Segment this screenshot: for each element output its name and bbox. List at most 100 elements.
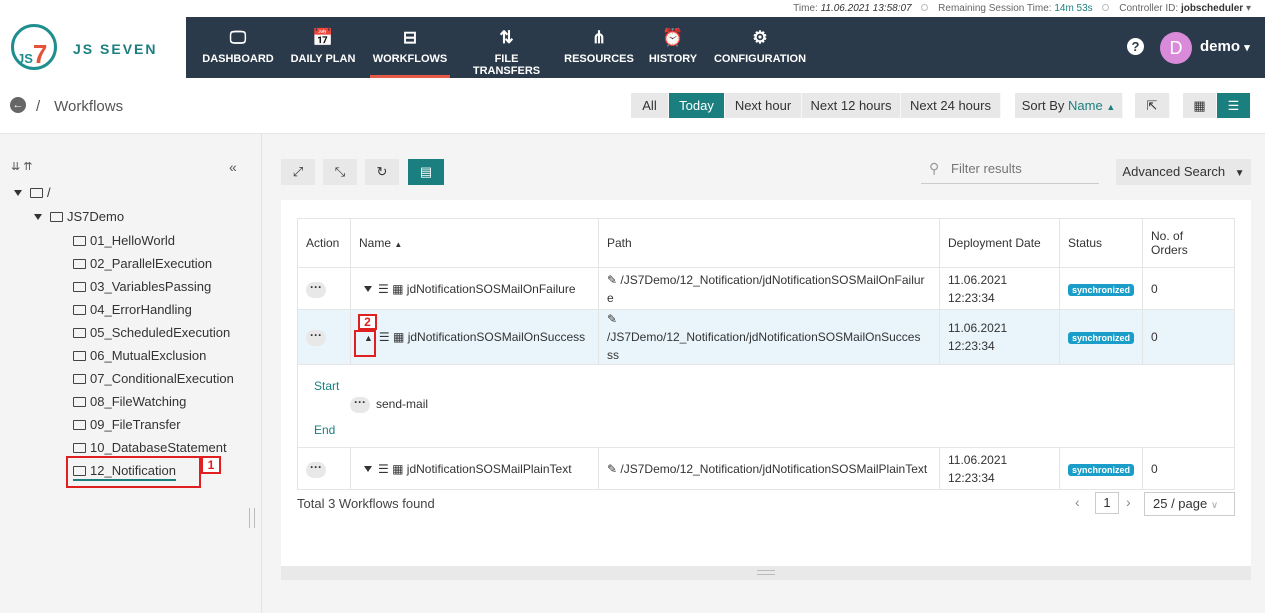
sort-value: Name	[1068, 98, 1103, 113]
table-row[interactable]: ··· ☰ ▦ jdNotificationSOSMailOnFailure ✎…	[297, 267, 1235, 310]
page-size-select[interactable]: 25 / page ∨	[1144, 492, 1235, 516]
expand-caret-icon[interactable]	[364, 465, 372, 472]
list-icon[interactable]: ☰	[378, 282, 389, 296]
sort-dropdown[interactable]: Sort By Name ▲	[1015, 93, 1123, 118]
workflow-path: /JS7Demo/12_Notification/jdNotificationS…	[620, 461, 928, 476]
tree-item[interactable]: 03_VariablesPassing	[73, 279, 211, 294]
next-page-icon[interactable]: ›	[1126, 494, 1131, 510]
sort-label: Sort By	[1021, 98, 1065, 113]
collapse-sidebar-icon[interactable]: «	[229, 159, 237, 175]
export-icon[interactable]: ⇱	[1135, 93, 1170, 118]
filter-next-24-hours[interactable]: Next 24 hours	[901, 93, 1001, 118]
col-name[interactable]: Name ▲	[350, 218, 599, 268]
table-row-selected[interactable]: ··· ▲ ☰ ▦ jdNotificationSOSMailOnSuccess …	[297, 309, 1235, 365]
back-icon[interactable]: ←	[10, 97, 26, 113]
filter-next-hour[interactable]: Next hour	[725, 93, 802, 118]
workflow-step-send-mail[interactable]: send-mail	[376, 397, 428, 411]
annotation-box-2	[354, 330, 376, 357]
tree-item[interactable]: 06_MutualExclusion	[73, 348, 206, 363]
workflow-path-cont: ss	[607, 348, 619, 362]
tree-label: 08_FileWatching	[90, 394, 187, 409]
page-number[interactable]: 1	[1095, 492, 1119, 514]
list-icon[interactable]: ☰	[379, 330, 390, 344]
resize-handle[interactable]	[249, 508, 255, 528]
step-action-icon[interactable]: ···	[350, 396, 370, 413]
folder-tree-sidebar: ⇊ ⇈ « / JS7Demo 01_HelloWorld 02_Paralle…	[0, 134, 262, 613]
nav-dashboard[interactable]: 🖵 DASHBOARD	[198, 17, 278, 78]
avatar[interactable]: D	[1160, 32, 1192, 64]
logo-seven: 7	[32, 39, 48, 69]
controller-id[interactable]: jobscheduler	[1181, 3, 1243, 14]
workflow-name[interactable]: jdNotificationSOSMailOnSuccess	[408, 330, 585, 344]
tree-item[interactable]: 02_ParallelExecution	[73, 256, 212, 271]
col-orders-line2: Orders	[1151, 243, 1188, 257]
grid-icon[interactable]: ▦	[393, 330, 404, 344]
refresh-icon[interactable]: ↻	[365, 159, 399, 185]
help-icon[interactable]: ?	[1127, 38, 1144, 55]
logo[interactable]: JS7 JS SEVEN	[0, 17, 186, 78]
grid-view-icon[interactable]: ▦	[1183, 93, 1217, 118]
col-deployment-date[interactable]: Deployment Date	[939, 218, 1060, 268]
collapse-all-icon[interactable]: ⤡	[323, 159, 357, 185]
nav-resources[interactable]: ⋔ RESOURCES	[562, 17, 636, 78]
annotation-label-1: 1	[201, 456, 221, 474]
folder-icon	[73, 397, 86, 407]
expand-caret-icon[interactable]	[364, 285, 372, 292]
tree-label: /	[47, 185, 51, 200]
folder-icon	[73, 328, 86, 338]
nav-label: DASHBOARD	[202, 53, 274, 65]
col-orders[interactable]: No. of Orders	[1142, 218, 1235, 268]
tree-item[interactable]: 09_FileTransfer	[73, 417, 181, 432]
grid-icon[interactable]: ▦	[392, 282, 403, 296]
action-menu-icon[interactable]: ···	[306, 281, 326, 298]
nav-daily-plan[interactable]: 📅 DAILY PLAN	[286, 17, 360, 78]
nav-configuration[interactable]: ⚙ CONFIGURATION	[712, 17, 808, 78]
user-name: demo	[1200, 38, 1241, 55]
action-menu-icon[interactable]: ···	[306, 461, 326, 478]
table-row[interactable]: ··· ☰ ▦ jdNotificationSOSMailPlainText ✎…	[297, 447, 1235, 490]
tree-item[interactable]: 08_FileWatching	[73, 394, 186, 409]
col-status[interactable]: Status	[1058, 218, 1144, 268]
main-content: ⤢ ⤡ ↻ ▤ ⚲ Advanced Search ▼ Action Name …	[281, 150, 1251, 580]
list-icon[interactable]: ☰	[378, 462, 389, 476]
filter-today[interactable]: Today	[669, 93, 725, 118]
order-count: 0	[1142, 309, 1235, 365]
prev-page-icon[interactable]: ‹	[1075, 494, 1080, 510]
list-view-icon[interactable]: ☰	[1217, 93, 1251, 118]
tree-item-js7demo[interactable]: JS7Demo	[34, 209, 124, 224]
advanced-search-button[interactable]: Advanced Search ▼	[1116, 159, 1251, 185]
expand-collapse-icons[interactable]: ⇊ ⇈	[11, 160, 33, 173]
tree-item[interactable]: 05_ScheduledExecution	[73, 325, 230, 340]
nav-workflows[interactable]: ⊟ WORKFLOWS	[370, 17, 450, 78]
tree-item[interactable]: 04_ErrorHandling	[73, 302, 192, 317]
table-header-row: Action Name ▲ Path Deployment Date Statu…	[297, 218, 1235, 268]
chevron-down-icon[interactable]: ▾	[1246, 3, 1251, 14]
breadcrumb-separator: /	[36, 98, 41, 115]
tree-label: 10_DatabaseStatement	[90, 440, 227, 455]
tree-item-root[interactable]: /	[14, 185, 51, 200]
expand-all-icon[interactable]: ⤢	[281, 159, 315, 185]
workflow-name[interactable]: jdNotificationSOSMailOnFailure	[407, 282, 576, 296]
controller-label: Controller ID:	[1119, 3, 1179, 14]
panel-resize-bar[interactable]	[281, 566, 1251, 580]
workflow-name[interactable]: jdNotificationSOSMailPlainText	[407, 462, 572, 476]
workflow-path: /JS7Demo/12_Notification/jdNotificationS…	[620, 272, 925, 287]
tree-item[interactable]: 01_HelloWorld	[73, 233, 175, 248]
action-menu-icon[interactable]: ···	[306, 329, 326, 346]
nav-label: FILE TRANSFERS	[472, 53, 541, 77]
search-box[interactable]: ⚲	[921, 158, 1099, 184]
nav-file-transfers[interactable]: ⇅ FILE TRANSFERS	[460, 17, 553, 78]
page-title: Workflows	[54, 98, 124, 115]
user-menu[interactable]: demo ▾	[1200, 38, 1250, 55]
table-view-icon[interactable]: ▤	[408, 159, 444, 185]
search-icon: ⚲	[929, 160, 940, 176]
tree-item[interactable]: 07_ConditionalExecution	[73, 371, 234, 386]
col-path[interactable]: Path	[598, 218, 940, 268]
nav-history[interactable]: ⏰ HISTORY	[645, 17, 701, 78]
folder-icon	[30, 188, 43, 198]
search-input[interactable]	[951, 161, 1091, 176]
tree-item[interactable]: 10_DatabaseStatement	[73, 440, 227, 455]
grid-icon[interactable]: ▦	[392, 462, 403, 476]
filter-next-12-hours[interactable]: Next 12 hours	[802, 93, 901, 118]
filter-all[interactable]: All	[631, 93, 669, 118]
